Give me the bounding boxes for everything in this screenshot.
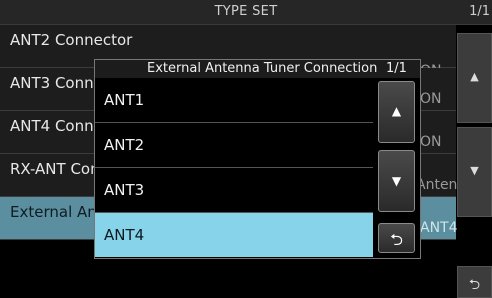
scroll-up-button[interactable]: ▲	[457, 33, 492, 123]
option-label: ANT2	[104, 136, 145, 154]
page-indicator: 1/1	[469, 4, 490, 19]
return-icon: ⮌	[390, 230, 403, 249]
option-label: ANT1	[104, 91, 145, 109]
tuner-connection-dialog: External Antenna Tuner Connection 1/1 AN…	[94, 59, 421, 259]
dialog-header: External Antenna Tuner Connection 1/1	[95, 60, 420, 78]
down-arrow-icon: ▼	[391, 174, 402, 188]
scroll-down-button[interactable]: ▼	[457, 127, 492, 217]
list-item-value: ON	[420, 134, 442, 150]
return-icon: ⮌	[468, 277, 481, 293]
dialog-down-button[interactable]: ▼	[378, 150, 415, 212]
up-arrow-icon: ▲	[470, 70, 479, 83]
option-ant1[interactable]: ANT1	[95, 78, 373, 123]
dialog-page-indicator: 1/1	[386, 61, 407, 76]
title-bar: TYPE SET 1/1	[0, 0, 492, 25]
option-label: ANT3	[104, 181, 145, 199]
option-ant4[interactable]: ANT4	[95, 213, 373, 257]
dialog-up-button[interactable]: ▲	[378, 81, 415, 143]
up-arrow-icon: ▲	[391, 104, 402, 118]
back-button[interactable]: ⮌	[457, 266, 492, 298]
dialog-back-button[interactable]: ⮌	[378, 223, 415, 253]
list-item-label: ANT2 Connector	[10, 31, 133, 49]
screen-title: TYPE SET	[214, 4, 278, 19]
down-arrow-icon: ▼	[470, 164, 479, 177]
list-item-value: ON	[420, 91, 442, 107]
dialog-title: External Antenna Tuner Connection	[147, 61, 378, 76]
option-label: ANT4	[104, 226, 145, 244]
list-item-value: ANT4	[420, 220, 458, 236]
option-ant2[interactable]: ANT2	[95, 123, 373, 168]
option-ant3[interactable]: ANT3	[95, 168, 373, 213]
